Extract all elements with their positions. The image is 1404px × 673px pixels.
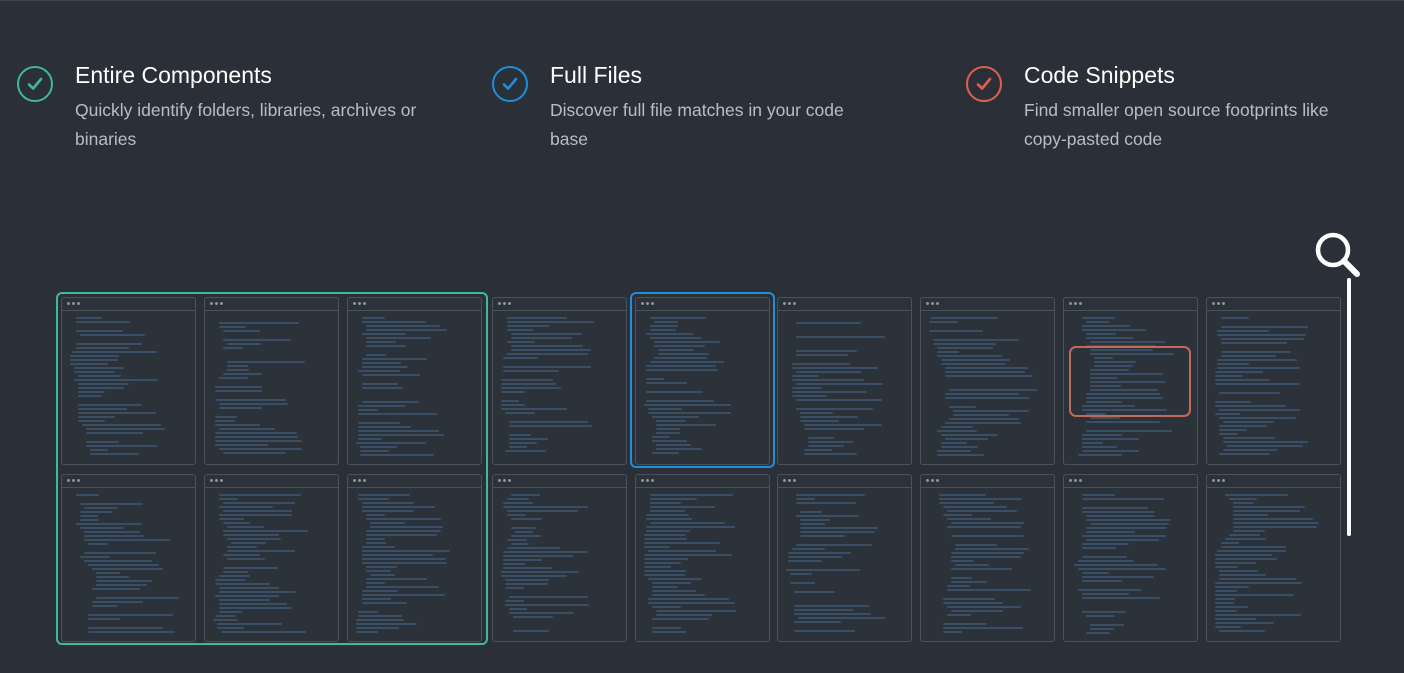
feature-description: Find smaller open source footprints like…	[1024, 100, 1329, 149]
code-file-thumbnail	[777, 297, 912, 465]
code-file-thumbnail	[920, 474, 1055, 642]
feature-title: Code Snippets	[1024, 62, 1175, 88]
code-file-thumbnail	[1063, 474, 1198, 642]
code-file-thumbnail	[920, 297, 1055, 465]
code-file-thumbnail	[635, 474, 770, 642]
code-file-thumbnail	[492, 474, 627, 642]
check-circle-icon	[492, 66, 528, 102]
feature-description: Discover full file matches in your code …	[550, 100, 844, 149]
feature-title: Entire Components	[75, 62, 272, 88]
code-file-thumbnail	[1206, 297, 1341, 465]
feature-title: Full Files	[550, 62, 643, 88]
check-circle-icon	[966, 66, 1002, 102]
features-row: Entire Components Quickly identify folde…	[0, 0, 1404, 200]
code-file-thumbnail	[777, 474, 912, 642]
snippet-highlight	[1069, 346, 1191, 417]
file-highlight	[630, 292, 775, 468]
component-highlight	[56, 292, 488, 645]
scan-line	[1347, 278, 1351, 536]
check-circle-icon	[17, 66, 53, 102]
code-file-thumbnail	[1206, 474, 1341, 642]
feature-description: Quickly identify folders, libraries, arc…	[75, 100, 417, 149]
magnifier-icon	[1315, 232, 1360, 277]
code-file-thumbnail	[492, 297, 627, 465]
